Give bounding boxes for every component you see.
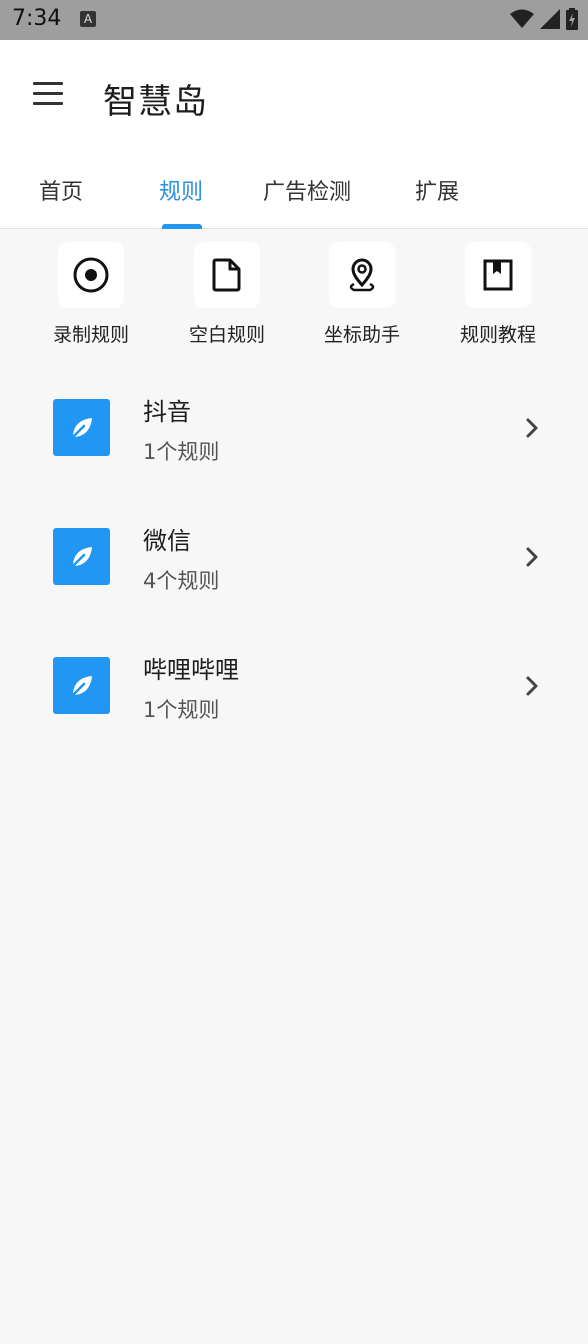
- wifi-icon: [510, 9, 534, 28]
- tab-bar: 首页 规则 广告检测 扩展: [0, 160, 588, 229]
- app-icon: [53, 657, 110, 714]
- rule-count: 1个规则: [143, 440, 220, 464]
- blank-rule-button[interactable]: 空白规则: [167, 242, 287, 347]
- blank-file-icon: [212, 258, 241, 292]
- status-bar: 7:34 A: [0, 0, 588, 40]
- blank-rule-label: 空白规则: [188, 324, 265, 346]
- record-rule-label: 录制规则: [52, 324, 129, 346]
- app-icon: [53, 399, 110, 456]
- status-time: 7:34: [12, 6, 62, 31]
- leaf-icon: [72, 675, 92, 695]
- chevron-right-icon: [526, 418, 538, 438]
- app-name: 抖音: [143, 398, 191, 426]
- tab-home[interactable]: 首页: [39, 174, 83, 206]
- battery-charging-icon: [566, 8, 578, 30]
- leaf-icon: [72, 417, 92, 437]
- signal-icon: [540, 9, 560, 29]
- list-item-bilibili[interactable]: 哔哩哔哩 1个规则: [0, 620, 588, 750]
- quick-actions: 录制规则 空白规则 坐标助手 规则教程: [0, 242, 588, 352]
- chevron-right-icon: [526, 547, 538, 567]
- rule-count: 4个规则: [143, 569, 220, 593]
- app-title: 智慧岛: [103, 82, 208, 122]
- list-item-douyin[interactable]: 抖音 1个规则: [0, 362, 588, 492]
- rule-tutorial-button[interactable]: 规则教程: [438, 242, 558, 347]
- rule-tutorial-tile: [465, 242, 531, 308]
- record-rule-tile: [58, 242, 124, 308]
- app-name: 微信: [143, 527, 191, 555]
- tab-rules[interactable]: 规则: [159, 174, 203, 206]
- record-icon: [73, 257, 109, 293]
- blank-rule-tile: [194, 242, 260, 308]
- record-rule-button[interactable]: 录制规则: [31, 242, 151, 347]
- chevron-right-icon: [526, 676, 538, 696]
- coordinate-helper-button[interactable]: 坐标助手: [302, 242, 422, 347]
- rule-tutorial-label: 规则教程: [459, 324, 536, 346]
- app-icon: [53, 528, 110, 585]
- status-icons: [510, 8, 578, 30]
- rule-count: 1个规则: [143, 698, 220, 722]
- app-bar: 智慧岛 首页 规则 广告检测 扩展: [0, 40, 588, 229]
- coordinate-helper-tile: [329, 242, 395, 308]
- leaf-icon: [72, 546, 92, 566]
- app-name: 哔哩哔哩: [143, 656, 239, 684]
- active-tab-indicator: [162, 224, 202, 229]
- coordinate-helper-label: 坐标助手: [323, 324, 400, 346]
- bookmark-book-icon: [483, 259, 513, 291]
- a-icon: A: [80, 11, 96, 27]
- location-pin-icon: [349, 258, 375, 292]
- tab-ad-detection[interactable]: 广告检测: [263, 174, 351, 206]
- hamburger-menu-icon[interactable]: [33, 82, 63, 106]
- tab-extensions[interactable]: 扩展: [415, 174, 459, 206]
- list-item-wechat[interactable]: 微信 4个规则: [0, 491, 588, 621]
